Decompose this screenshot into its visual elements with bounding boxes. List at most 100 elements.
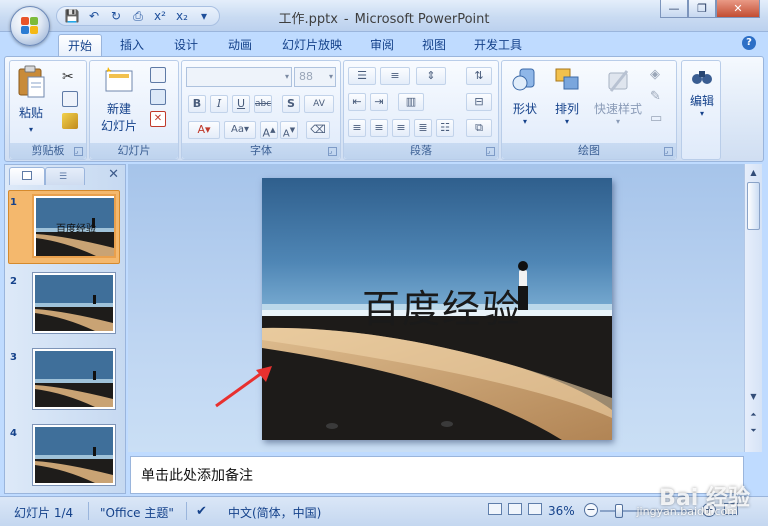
text-shadow-button[interactable]: S <box>282 95 300 113</box>
strikethrough-button[interactable]: abc <box>254 95 273 113</box>
numbering-button[interactable]: ≡ <box>380 67 410 85</box>
tab-insert[interactable]: 插入 <box>112 34 152 56</box>
close-button[interactable]: ✕ <box>716 0 760 18</box>
shapes-icon <box>512 68 535 91</box>
char-spacing-button[interactable]: AV <box>304 95 334 113</box>
quick-styles-dropdown-icon[interactable]: ▾ <box>590 117 646 126</box>
bold-button[interactable]: B <box>188 95 206 113</box>
text-direction-button[interactable]: ⇅ <box>466 67 492 85</box>
tab-review[interactable]: 审阅 <box>362 34 402 56</box>
smartart-button[interactable]: ⧉ <box>466 119 492 137</box>
clear-format-button[interactable]: ⌫ <box>306 121 330 139</box>
thumbnail-image-2 <box>35 275 113 331</box>
shape-outline-icon[interactable]: ✎ <box>650 89 666 105</box>
increase-indent-button[interactable]: ⇥ <box>370 93 388 111</box>
scroll-up-icon[interactable]: ▲ <box>746 166 761 180</box>
shrink-font-button[interactable]: A▼ <box>280 121 298 139</box>
title-separator: - <box>343 12 349 27</box>
align-left-button[interactable]: ≡ <box>348 119 366 137</box>
shapes-button[interactable]: 形状 ▾ <box>506 65 544 126</box>
notes-pane[interactable]: 单击此处添加备注 <box>130 456 744 494</box>
align-right-button[interactable]: ≡ <box>392 119 410 137</box>
quick-styles-button[interactable]: 快速样式 ▾ <box>590 65 646 126</box>
minimize-button[interactable]: — <box>660 0 688 18</box>
justify-button[interactable]: ≣ <box>414 119 432 137</box>
font-color-button[interactable]: A▾ <box>188 121 220 139</box>
slide-sorter-view-icon[interactable] <box>508 503 522 515</box>
font-size-combo[interactable]: 88 ▾ <box>294 67 336 87</box>
tab-home[interactable]: 开始 <box>58 34 102 56</box>
font-launcher-icon[interactable]: ⌟ <box>328 147 337 156</box>
zoom-slider-thumb[interactable] <box>615 504 623 518</box>
align-text-button[interactable]: ⊟ <box>466 93 492 111</box>
ribbon: 粘贴 ▾ ✂ 剪贴板 ⌟ 新建 幻灯片 ✕ 幻灯片 ▾ 88 ▾ B I U ab… <box>4 56 764 162</box>
center-button[interactable]: ≡ <box>370 119 388 137</box>
editing-dropdown-icon[interactable]: ▾ <box>684 109 720 118</box>
slide-title-text[interactable]: 百度经验 <box>362 278 522 333</box>
scroll-thumb[interactable] <box>747 182 760 230</box>
slide-thumbnail-3[interactable] <box>32 348 116 410</box>
layout-icon[interactable] <box>150 67 166 83</box>
vertical-scrollbar[interactable]: ▲ ▼ ⏶ ⏷ <box>744 164 762 452</box>
thumb-number-3: 3 <box>10 352 17 363</box>
cut-icon[interactable]: ✂ <box>62 69 78 85</box>
paste-dropdown-icon[interactable]: ▾ <box>29 125 33 134</box>
columns-button[interactable]: ▥ <box>398 93 424 111</box>
office-button[interactable] <box>10 6 50 46</box>
close-panel-icon[interactable]: ✕ <box>108 167 119 182</box>
group-drawing: 形状 ▾ 排列 ▾ 快速样式 ▾ ◈ ✎ ▭ 绘图 ⌟ <box>501 60 677 160</box>
slide-thumbnail-2[interactable] <box>32 272 116 334</box>
tab-animations[interactable]: 动画 <box>220 34 260 56</box>
editing-button[interactable]: 编辑 ▾ <box>684 67 720 118</box>
grow-font-button[interactable]: A▲ <box>260 121 278 140</box>
clipboard-launcher-icon[interactable]: ⌟ <box>74 147 83 156</box>
tab-developer[interactable]: 开发工具 <box>466 34 530 56</box>
font-name-combo[interactable]: ▾ <box>186 67 292 87</box>
previous-slide-icon[interactable]: ⏶ <box>746 408 761 422</box>
format-painter-icon[interactable] <box>62 113 78 129</box>
drawing-launcher-icon[interactable]: ⌟ <box>664 147 673 156</box>
arrange-icon <box>555 68 579 90</box>
decrease-indent-button[interactable]: ⇤ <box>348 93 366 111</box>
underline-button[interactable]: U <box>232 95 250 113</box>
theme-name[interactable]: "Office 主题" <box>100 504 174 521</box>
tab-outline-view[interactable]: ☰ <box>45 167 85 185</box>
restore-button[interactable]: ❐ <box>688 0 716 18</box>
arrange-dropdown-icon[interactable]: ▾ <box>548 117 586 126</box>
italic-button[interactable]: I <box>210 95 228 113</box>
delete-slide-icon[interactable]: ✕ <box>150 111 166 127</box>
shape-fill-icon[interactable]: ◈ <box>650 67 666 83</box>
line-spacing-button[interactable]: ⇕ <box>416 67 446 85</box>
tab-design[interactable]: 设计 <box>166 34 206 56</box>
new-slide-button[interactable]: 新建 幻灯片 <box>96 65 142 134</box>
shapes-dropdown-icon[interactable]: ▾ <box>506 117 544 126</box>
arrange-button[interactable]: 排列 ▾ <box>548 65 586 126</box>
slide-thumbnail-1[interactable]: 百度经验 <box>32 194 116 258</box>
spell-check-icon[interactable]: ✔ <box>196 504 207 519</box>
tab-slide-show[interactable]: 幻灯片放映 <box>274 34 350 56</box>
language-indicator[interactable]: 中文(简体，中国) <box>228 504 321 521</box>
slideshow-view-icon[interactable] <box>528 503 542 515</box>
zoom-level[interactable]: 36% <box>548 504 575 518</box>
distributed-button[interactable]: ☷ <box>436 119 454 137</box>
normal-view-icon[interactable] <box>488 503 502 515</box>
office-logo-icon <box>21 17 39 35</box>
group-font: ▾ 88 ▾ B I U abc S AV A▾ Aa▾ A▲ A▼ ⌫ 字体 ⌟ <box>181 60 341 160</box>
shape-effects-icon[interactable]: ▭ <box>650 111 666 127</box>
tab-view[interactable]: 视图 <box>414 34 454 56</box>
next-slide-icon[interactable]: ⏷ <box>746 424 761 438</box>
change-case-button[interactable]: Aa▾ <box>224 121 256 139</box>
scroll-down-icon[interactable]: ▼ <box>746 390 761 404</box>
copy-icon[interactable] <box>62 91 78 107</box>
bullets-button[interactable]: ☰ <box>348 67 376 85</box>
current-slide[interactable]: 百度经验 <box>262 178 612 440</box>
tab-slides-view[interactable] <box>9 167 45 185</box>
zoom-out-icon[interactable]: − <box>584 503 598 517</box>
slide-thumbnail-4[interactable] <box>32 424 116 486</box>
paste-button[interactable]: 粘贴 ▾ <box>14 65 48 135</box>
arrange-label: 排列 <box>554 102 579 116</box>
paragraph-launcher-icon[interactable]: ⌟ <box>486 147 495 156</box>
help-icon[interactable]: ? <box>742 36 756 50</box>
group-slides: 新建 幻灯片 ✕ 幻灯片 <box>89 60 179 160</box>
reset-icon[interactable] <box>150 89 166 105</box>
